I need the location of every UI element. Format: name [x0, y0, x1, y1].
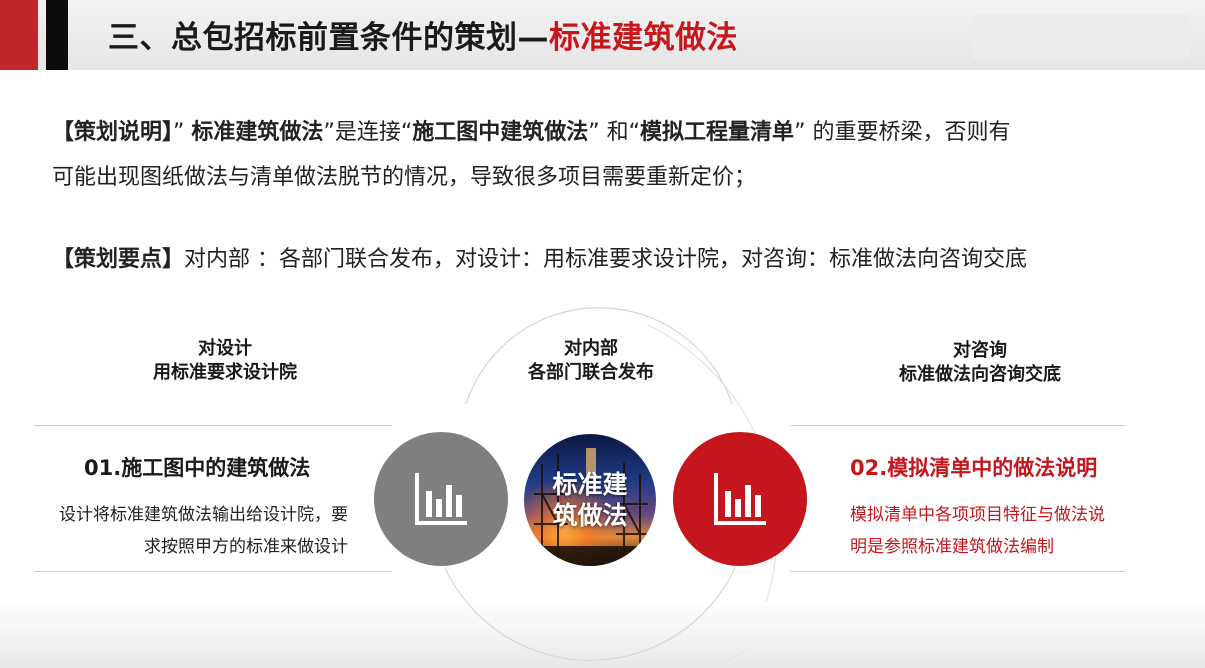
center-text-line1: 标准建: [552, 470, 628, 499]
label-internal-line2: 各部门联合发布: [528, 362, 654, 383]
left-item-desc: 设计将标准建筑做法输出给设计院，要 求按照甲方的标准来做设计: [34, 499, 348, 563]
label-consulting-line1: 对咨询: [953, 340, 1007, 361]
orbit-arcs: [444, 307, 778, 668]
right-top-divider: [790, 425, 1125, 426]
right-item-title: 02.模拟清单中的做法说明: [850, 456, 1098, 480]
label-consulting-line2: 标准做法向咨询交底: [899, 364, 1061, 385]
label-design: 对设计 用标准要求设计院: [120, 337, 330, 385]
label-design-line1: 对设计: [198, 338, 252, 359]
right-desc-line2: 明是参照标准建筑做法编制: [850, 537, 1054, 557]
left-bottom-divider: [34, 571, 392, 572]
right-bottom-divider: [790, 571, 1125, 572]
gray-circle: [374, 432, 508, 566]
center-circle-text: 标准建 筑做法: [552, 469, 627, 531]
left-item-title: 01.施工图中的建筑做法: [84, 456, 311, 480]
left-top-divider: [34, 425, 392, 426]
label-internal-line1: 对内部: [564, 338, 618, 359]
label-consulting: 对咨询 标准做法向咨询交底: [860, 339, 1100, 387]
bar-chart-icon: [714, 473, 766, 525]
center-text-line2: 筑做法: [552, 501, 628, 530]
bar-chart-icon: [415, 473, 467, 525]
left-desc-line2: 求按照甲方的标准来做设计: [144, 537, 348, 557]
right-item-desc: 模拟清单中各项项目特征与做法说 明是参照标准建筑做法编制: [850, 499, 1105, 563]
red-circle: [673, 432, 807, 566]
right-desc-line1: 模拟清单中各项项目特征与做法说: [850, 505, 1105, 525]
label-design-line2: 用标准要求设计院: [153, 362, 297, 383]
left-desc-line1: 设计将标准建筑做法输出给设计院，要: [59, 505, 348, 525]
construction-photo-circle: 标准建 筑做法: [524, 434, 656, 566]
label-internal: 对内部 各部门联合发布: [486, 337, 696, 385]
